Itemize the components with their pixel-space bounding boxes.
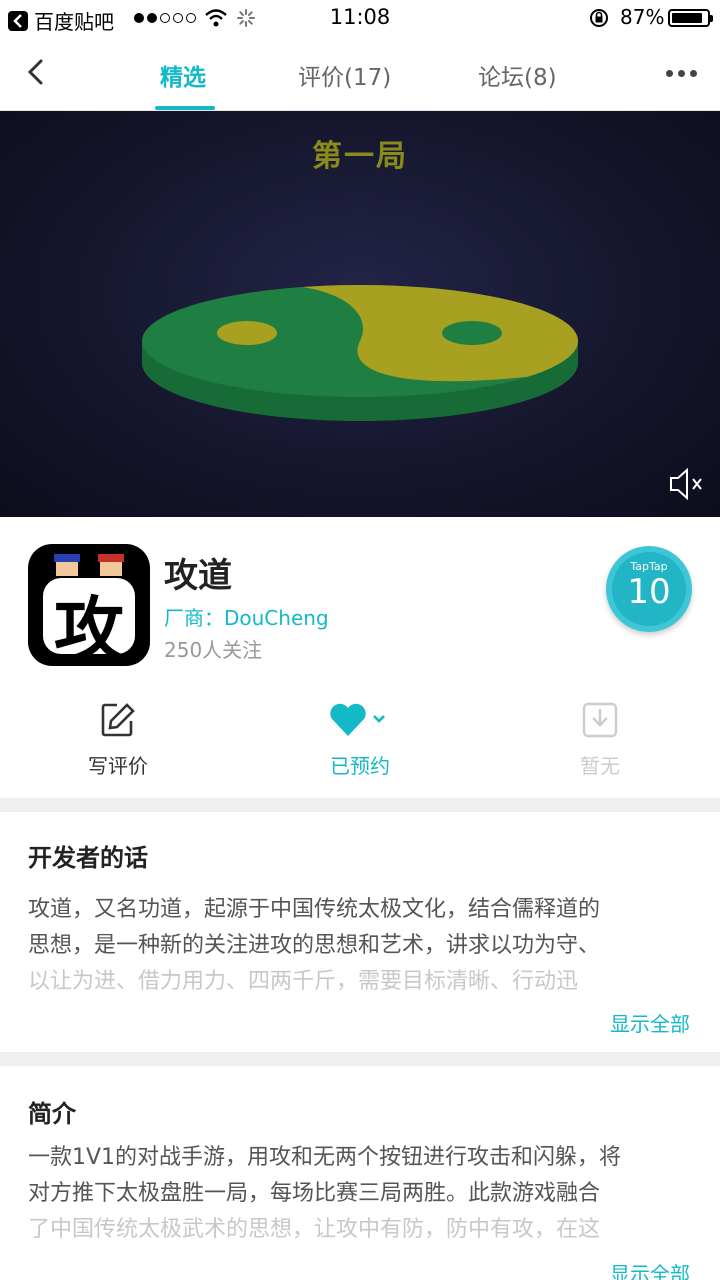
developer-note-body: 攻道，又名功道，起源于中国传统太极文化，结合儒释道的 思想，是一种新的关注进攻的…	[28, 897, 601, 994]
intro-title: 简介	[28, 1100, 76, 1128]
write-review-button[interactable]: 写评价	[28, 700, 208, 779]
app-name: 攻道	[164, 556, 232, 596]
edit-icon	[28, 700, 208, 740]
reserved-label: 已预约	[330, 754, 390, 778]
more-icon[interactable]	[666, 70, 697, 77]
rotation-lock-icon	[588, 7, 610, 34]
section-divider	[0, 798, 720, 812]
developer-note-show-all[interactable]: 显示全部	[560, 1008, 690, 1037]
battery-percent: 87%	[620, 5, 665, 29]
app-icon: 攻	[28, 544, 150, 666]
rating-score: 10	[627, 572, 671, 612]
video-player[interactable]: 第一局	[0, 111, 720, 517]
developer-note-title: 开发者的话	[28, 844, 148, 872]
status-time: 11:08	[329, 5, 391, 29]
download-label: 暂无	[580, 754, 620, 778]
heart-icon	[330, 703, 385, 736]
top-nav: 精选 评价(17) 论坛(8)	[0, 36, 720, 111]
back-button[interactable]	[26, 58, 44, 90]
taiji-disc	[142, 285, 578, 421]
tab-forum[interactable]: 论坛(8)	[478, 58, 557, 92]
download-icon	[510, 700, 690, 740]
section-divider	[0, 1052, 720, 1066]
active-tab-indicator	[155, 106, 215, 110]
tab-featured[interactable]: 精选	[160, 58, 206, 92]
video-round-title: 第一局	[312, 139, 408, 174]
tab-reviews[interactable]: 评价(17)	[298, 58, 391, 92]
app-icon-glyph: 攻	[54, 589, 124, 666]
developer-link[interactable]: 厂商：DouCheng	[164, 602, 329, 631]
reserved-button[interactable]: 已预约	[270, 700, 450, 779]
follower-count: 250人关注	[164, 638, 263, 662]
intro-show-all[interactable]: 显示全部	[560, 1258, 690, 1280]
rating-badge: TapTap 10	[606, 546, 692, 632]
status-bar: 百度贴吧 11:08 87%	[0, 0, 720, 36]
download-button[interactable]: 暂无	[510, 700, 690, 779]
mute-icon[interactable]	[668, 467, 708, 505]
intro-body: 一款1V1的对战手游，用攻和无两个按钮进行攻击和闪躲，将 对方推下太极盘胜一局，…	[28, 1145, 622, 1242]
battery-icon	[668, 9, 713, 27]
write-review-label: 写评价	[88, 754, 148, 778]
